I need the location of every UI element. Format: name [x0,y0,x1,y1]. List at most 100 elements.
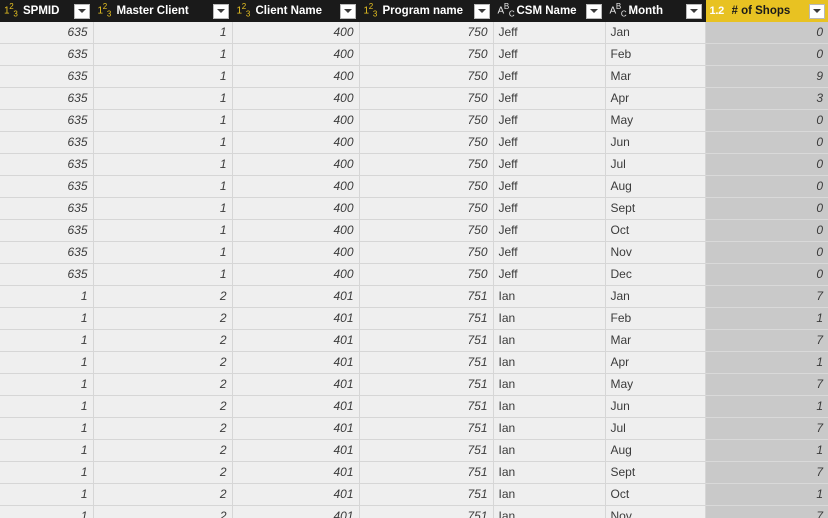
cell-num_shops[interactable]: 0 [705,43,828,66]
cell-master_client[interactable]: 1 [93,22,233,44]
cell-num_shops[interactable]: 0 [705,131,828,154]
cell-spmid[interactable]: 635 [0,131,94,154]
column-header-month[interactable]: ABC Month [605,0,706,22]
cell-num_shops[interactable]: 0 [705,22,828,44]
cell-master_client[interactable]: 1 [93,65,233,88]
cell-spmid[interactable]: 635 [0,197,94,220]
cell-csm_name[interactable]: Ian [493,329,606,352]
cell-spmid[interactable]: 635 [0,241,94,264]
cell-month[interactable]: Aug [605,175,706,198]
cell-spmid[interactable]: 635 [0,65,94,88]
cell-program_name[interactable]: 751 [359,395,494,418]
cell-master_client[interactable]: 1 [93,131,233,154]
cell-master_client[interactable]: 2 [93,439,233,462]
cell-program_name[interactable]: 750 [359,153,494,176]
cell-client_name[interactable]: 400 [232,263,360,286]
cell-spmid[interactable]: 635 [0,153,94,176]
cell-csm_name[interactable]: Jeff [493,22,606,44]
cell-csm_name[interactable]: Jeff [493,109,606,132]
cell-month[interactable]: Feb [605,307,706,330]
cell-csm_name[interactable]: Ian [493,395,606,418]
cell-spmid[interactable]: 1 [0,373,94,396]
cell-num_shops[interactable]: 0 [705,175,828,198]
cell-spmid[interactable]: 635 [0,263,94,286]
column-header-program_name[interactable]: 123 Program name [359,0,494,22]
filter-dropdown-icon[interactable] [212,3,229,19]
table-row[interactable]: 635 1 400 750 Jeff Nov 0 [0,241,828,264]
cell-client_name[interactable]: 400 [232,219,360,242]
cell-master_client[interactable]: 1 [93,197,233,220]
cell-num_shops[interactable]: 0 [705,109,828,132]
cell-month[interactable]: Oct [605,483,706,506]
table-row[interactable]: 1 2 401 751 Ian Mar 7 [0,329,828,352]
cell-csm_name[interactable]: Jeff [493,219,606,242]
table-row[interactable]: 1 2 401 751 Ian Oct 1 [0,483,828,506]
cell-spmid[interactable]: 635 [0,175,94,198]
cell-client_name[interactable]: 401 [232,439,360,462]
cell-num_shops[interactable]: 7 [705,417,828,440]
cell-num_shops[interactable]: 7 [705,329,828,352]
cell-csm_name[interactable]: Jeff [493,43,606,66]
cell-csm_name[interactable]: Ian [493,461,606,484]
cell-client_name[interactable]: 401 [232,417,360,440]
cell-master_client[interactable]: 2 [93,417,233,440]
cell-program_name[interactable]: 751 [359,373,494,396]
cell-csm_name[interactable]: Jeff [493,197,606,220]
table-row[interactable]: 635 1 400 750 Jeff Jun 0 [0,131,828,154]
cell-client_name[interactable]: 401 [232,307,360,330]
cell-client_name[interactable]: 400 [232,153,360,176]
cell-client_name[interactable]: 401 [232,461,360,484]
cell-month[interactable]: Aug [605,439,706,462]
cell-csm_name[interactable]: Ian [493,373,606,396]
cell-master_client[interactable]: 1 [93,219,233,242]
cell-month[interactable]: Oct [605,219,706,242]
filter-dropdown-icon[interactable] [339,3,356,19]
cell-month[interactable]: Sept [605,197,706,220]
cell-master_client[interactable]: 1 [93,175,233,198]
table-row[interactable]: 1 2 401 751 Ian Feb 1 [0,307,828,330]
cell-master_client[interactable]: 2 [93,351,233,374]
cell-master_client[interactable]: 2 [93,483,233,506]
table-row[interactable]: 635 1 400 750 Jeff Mar 9 [0,65,828,88]
table-row[interactable]: 635 1 400 750 Jeff Dec 0 [0,263,828,286]
table-row[interactable]: 1 2 401 751 Ian Apr 1 [0,351,828,374]
cell-num_shops[interactable]: 0 [705,153,828,176]
cell-client_name[interactable]: 401 [232,505,360,518]
cell-client_name[interactable]: 401 [232,483,360,506]
cell-csm_name[interactable]: Jeff [493,241,606,264]
column-header-csm_name[interactable]: ABC CSM Name [493,0,606,22]
cell-spmid[interactable]: 1 [0,307,94,330]
cell-num_shops[interactable]: 1 [705,483,828,506]
table-row[interactable]: 1 2 401 751 Ian Jun 1 [0,395,828,418]
cell-program_name[interactable]: 751 [359,439,494,462]
cell-program_name[interactable]: 750 [359,65,494,88]
cell-month[interactable]: May [605,109,706,132]
cell-num_shops[interactable]: 7 [705,461,828,484]
cell-num_shops[interactable]: 1 [705,395,828,418]
cell-csm_name[interactable]: Jeff [493,87,606,110]
cell-master_client[interactable]: 1 [93,109,233,132]
table-row[interactable]: 635 1 400 750 Jeff Jan 0 [0,22,828,44]
table-row[interactable]: 1 2 401 751 Ian May 7 [0,373,828,396]
cell-spmid[interactable]: 1 [0,285,94,308]
cell-month[interactable]: Jul [605,417,706,440]
cell-month[interactable]: Nov [605,241,706,264]
table-row[interactable]: 635 1 400 750 Jeff Jul 0 [0,153,828,176]
cell-month[interactable]: Jun [605,131,706,154]
table-row[interactable]: 1 2 401 751 Ian Jan 7 [0,285,828,308]
cell-spmid[interactable]: 1 [0,395,94,418]
cell-spmid[interactable]: 635 [0,109,94,132]
cell-master_client[interactable]: 2 [93,461,233,484]
cell-csm_name[interactable]: Ian [493,417,606,440]
cell-num_shops[interactable]: 3 [705,87,828,110]
cell-month[interactable]: Apr [605,351,706,374]
cell-num_shops[interactable]: 0 [705,219,828,242]
cell-program_name[interactable]: 751 [359,285,494,308]
cell-spmid[interactable]: 635 [0,22,94,44]
cell-spmid[interactable]: 1 [0,505,94,518]
filter-dropdown-icon[interactable] [73,3,90,19]
cell-num_shops[interactable]: 0 [705,241,828,264]
cell-spmid[interactable]: 1 [0,417,94,440]
cell-program_name[interactable]: 750 [359,263,494,286]
cell-spmid[interactable]: 1 [0,351,94,374]
